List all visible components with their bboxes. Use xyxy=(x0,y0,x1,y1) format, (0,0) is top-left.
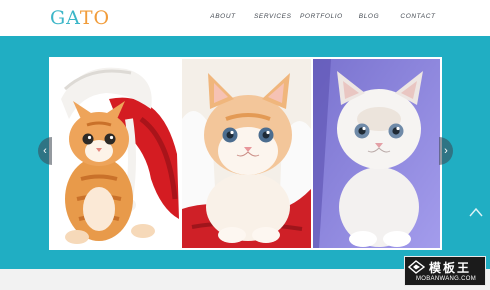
chevron-left-icon: ‹ xyxy=(43,145,47,157)
logo-part-1: GA xyxy=(50,7,80,29)
chevron-right-icon: › xyxy=(444,145,448,157)
chevron-up-icon xyxy=(469,207,483,217)
watermark-logo: 模板王 MOBANWANG.COM xyxy=(404,256,486,286)
site-header: GATO HOME ABOUT SERVICES PORTFOLIO BLOG … xyxy=(0,0,490,36)
nav-item-portfolio[interactable]: PORTFOLIO xyxy=(300,9,343,25)
site-logo[interactable]: GATO xyxy=(50,7,110,29)
nav-item-about[interactable]: ABOUT xyxy=(208,9,238,25)
kitten-blanket-image xyxy=(182,59,311,248)
watermark-en-text: MOBANWANG.COM xyxy=(415,276,476,282)
slide-image-3[interactable] xyxy=(313,59,440,248)
nav-item-label: HOME xyxy=(165,13,187,20)
kitten-santa-hat-image xyxy=(51,59,180,248)
nav-item-services[interactable]: SERVICES xyxy=(254,9,292,25)
nav-item-home[interactable]: HOME xyxy=(156,9,196,25)
watermark-cn-text: 模板王 xyxy=(429,261,472,275)
scroll-to-top-button[interactable] xyxy=(468,205,484,217)
nav-item-contact[interactable]: CONTACT xyxy=(400,9,436,25)
nav-item-label: BLOG xyxy=(358,13,380,20)
kitten-purple-image xyxy=(313,59,440,248)
watermark-icon xyxy=(408,260,425,274)
nav-item-label: PORTFOLIO xyxy=(300,13,343,20)
nav-item-label: ABOUT xyxy=(210,13,236,20)
image-slider[interactable] xyxy=(49,57,442,250)
logo-part-2: TO xyxy=(79,7,111,29)
slide-image-1[interactable] xyxy=(51,59,180,248)
nav-item-label: CONTACT xyxy=(400,13,436,20)
nav-item-label: SERVICES xyxy=(254,13,292,20)
slide-image-2[interactable] xyxy=(182,59,311,248)
page: GATO HOME ABOUT SERVICES PORTFOLIO BLOG … xyxy=(0,0,490,290)
nav-item-blog[interactable]: BLOG xyxy=(357,9,381,25)
